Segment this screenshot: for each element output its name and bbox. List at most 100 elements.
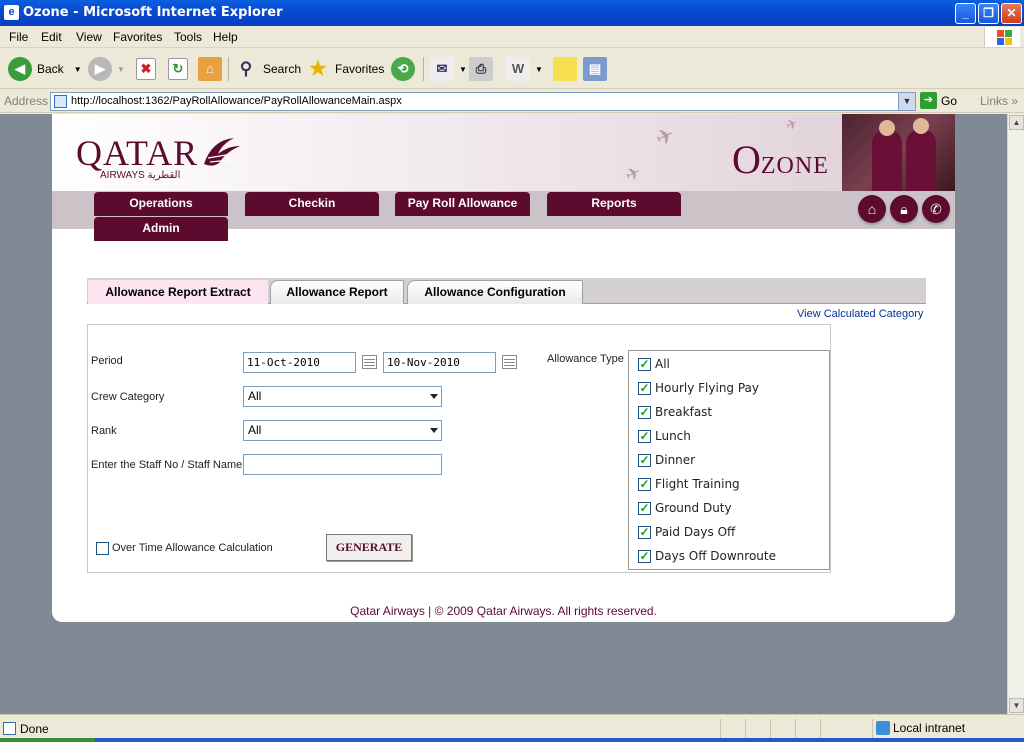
staff-input[interactable]: [243, 454, 442, 475]
page-done-icon: [3, 722, 16, 735]
edit-button[interactable]: W ▼: [506, 55, 543, 83]
back-button[interactable]: ◀ Back ▼: [8, 55, 82, 83]
nav-reports[interactable]: Reports: [547, 192, 681, 216]
favorites-button[interactable]: ★ Favorites: [306, 55, 384, 83]
plane-icon: ✈: [622, 161, 645, 187]
menu-edit[interactable]: Edit: [41, 30, 62, 44]
nav-checkin[interactable]: Checkin: [245, 192, 379, 216]
logo-airways: AIRWAYS القطرية: [100, 170, 181, 181]
edit-doc-icon: W: [506, 57, 530, 81]
close-button[interactable]: ✕: [1001, 3, 1022, 24]
list-item: All: [655, 357, 670, 371]
back-dropdown-icon[interactable]: ▼: [74, 65, 82, 74]
overtime-checkbox[interactable]: [96, 542, 109, 555]
links-button[interactable]: Links »: [980, 94, 1018, 108]
forward-dropdown-icon[interactable]: ▼: [117, 65, 125, 74]
search-button[interactable]: ⚲ Search: [234, 55, 301, 83]
address-label: Address: [4, 94, 49, 108]
refresh-icon: ↻: [168, 58, 188, 80]
research-button[interactable]: ▤: [583, 55, 612, 83]
checkbox-breakfast[interactable]: ✓: [638, 406, 651, 419]
forward-arrow-icon: ▶: [88, 57, 112, 81]
period-label: Period: [91, 355, 123, 367]
oryx-icon: [204, 138, 240, 166]
nav-admin[interactable]: Admin: [94, 217, 228, 241]
qatar-logo: QATAR AIRWAYS القطرية: [76, 132, 240, 181]
calendar-icon[interactable]: [362, 355, 377, 369]
list-item: Days Off Downroute: [655, 549, 776, 563]
staff-label: Enter the Staff No / Staff Name: [91, 459, 243, 471]
checkbox-hourly-flying-pay[interactable]: ✓: [638, 382, 651, 395]
ie-icon: e: [4, 5, 19, 20]
menu-help[interactable]: Help: [213, 30, 238, 44]
scroll-down-icon[interactable]: ▼: [1009, 698, 1024, 713]
checkbox-days-off-downroute[interactable]: ✓: [638, 550, 651, 563]
lock-icon[interactable]: 🔒︎: [890, 195, 918, 223]
minimize-button[interactable]: _: [955, 3, 976, 24]
print-button[interactable]: ⎙: [469, 55, 498, 83]
view-calculated-category-link[interactable]: View Calculated Category: [797, 308, 923, 320]
history-button[interactable]: ⟲: [391, 55, 420, 83]
restore-button[interactable]: ❐: [978, 3, 999, 24]
go-arrow-icon: ➔: [920, 92, 937, 109]
intranet-icon: [876, 721, 890, 735]
checkbox-lunch[interactable]: ✓: [638, 430, 651, 443]
forward-button[interactable]: ▶ ▼: [88, 55, 125, 83]
address-dropdown-icon[interactable]: ▼: [898, 93, 915, 110]
edit-dropdown-icon[interactable]: ▼: [535, 65, 543, 74]
checkbox-all[interactable]: ✓: [638, 358, 651, 371]
crew-category-value: All: [248, 389, 262, 403]
allowance-type-label: Allowance Type: [547, 353, 624, 365]
go-button[interactable]: ➔ Go: [920, 92, 957, 109]
browser-viewport: QATAR AIRWAYS القطرية ✈ ✈ ✈ OZONE Operat…: [0, 114, 1007, 714]
tab-allowance-report-extract[interactable]: Allowance Report Extract: [88, 280, 268, 304]
list-item: Flight Training: [655, 477, 740, 491]
checkbox-dinner[interactable]: ✓: [638, 454, 651, 467]
page-container: QATAR AIRWAYS القطرية ✈ ✈ ✈ OZONE Operat…: [52, 114, 955, 622]
window-title-bar: e Ozone - Microsoft Internet Explorer _ …: [0, 0, 1024, 26]
tab-allowance-configuration[interactable]: Allowance Configuration: [407, 280, 583, 304]
calendar-icon[interactable]: [502, 355, 517, 369]
logo-text: QATAR: [76, 133, 199, 173]
period-from-input[interactable]: 11-Oct-2010: [243, 352, 356, 373]
tab-bar: Allowance Report Extract Allowance Repor…: [87, 278, 926, 304]
checkbox-paid-days-off[interactable]: ✓: [638, 526, 651, 539]
search-label: Search: [263, 62, 302, 76]
vertical-scrollbar[interactable]: ▲ ▼: [1007, 114, 1024, 714]
page-footer: Qatar Airways | © 2009 Qatar Airways. Al…: [350, 604, 657, 618]
checkbox-flight-training[interactable]: ✓: [638, 478, 651, 491]
list-item: Breakfast: [655, 405, 713, 419]
generate-button[interactable]: GENERATE: [326, 534, 412, 561]
overtime-label: Over Time Allowance Calculation: [112, 542, 273, 554]
mail-button[interactable]: ✉ ▼: [430, 55, 467, 83]
rank-select[interactable]: All: [243, 420, 442, 441]
menu-file[interactable]: File: [9, 30, 28, 44]
crew-category-select[interactable]: All: [243, 386, 442, 407]
home-icon[interactable]: ⌂: [858, 195, 886, 223]
address-input[interactable]: http://localhost:1362/PayRollAllowance/P…: [50, 92, 916, 111]
refresh-button[interactable]: ↻: [168, 55, 193, 83]
home-button[interactable]: ⌂: [198, 55, 227, 83]
chevron-down-icon: [430, 428, 438, 433]
tab-allowance-report[interactable]: Allowance Report: [270, 280, 404, 304]
mail-icon: ✉: [430, 57, 454, 81]
main-nav: Operations Checkin Pay Roll Allowance Re…: [52, 191, 955, 241]
plane-icon: ✈: [651, 121, 679, 152]
scroll-up-icon[interactable]: ▲: [1009, 115, 1024, 130]
nav-operations[interactable]: Operations: [94, 192, 228, 216]
stop-button[interactable]: ✖: [136, 55, 161, 83]
favorites-star-icon: ★: [309, 58, 327, 80]
nav-payroll-allowance[interactable]: Pay Roll Allowance: [395, 192, 530, 216]
menu-view[interactable]: View: [76, 30, 102, 44]
phone-icon[interactable]: ✆: [922, 195, 950, 223]
mail-dropdown-icon[interactable]: ▼: [459, 65, 467, 74]
discuss-button[interactable]: [553, 55, 582, 83]
search-icon: ⚲: [239, 59, 253, 78]
menu-favorites[interactable]: Favorites: [113, 30, 162, 44]
header-banner: QATAR AIRWAYS القطرية ✈ ✈ ✈ OZONE: [52, 114, 955, 191]
period-to-input[interactable]: 10-Nov-2010: [383, 352, 496, 373]
home-icon: ⌂: [198, 57, 222, 81]
address-bar: Address http://localhost:1362/PayRollAll…: [0, 90, 1024, 113]
checkbox-ground-duty[interactable]: ✓: [638, 502, 651, 515]
menu-tools[interactable]: Tools: [174, 30, 202, 44]
